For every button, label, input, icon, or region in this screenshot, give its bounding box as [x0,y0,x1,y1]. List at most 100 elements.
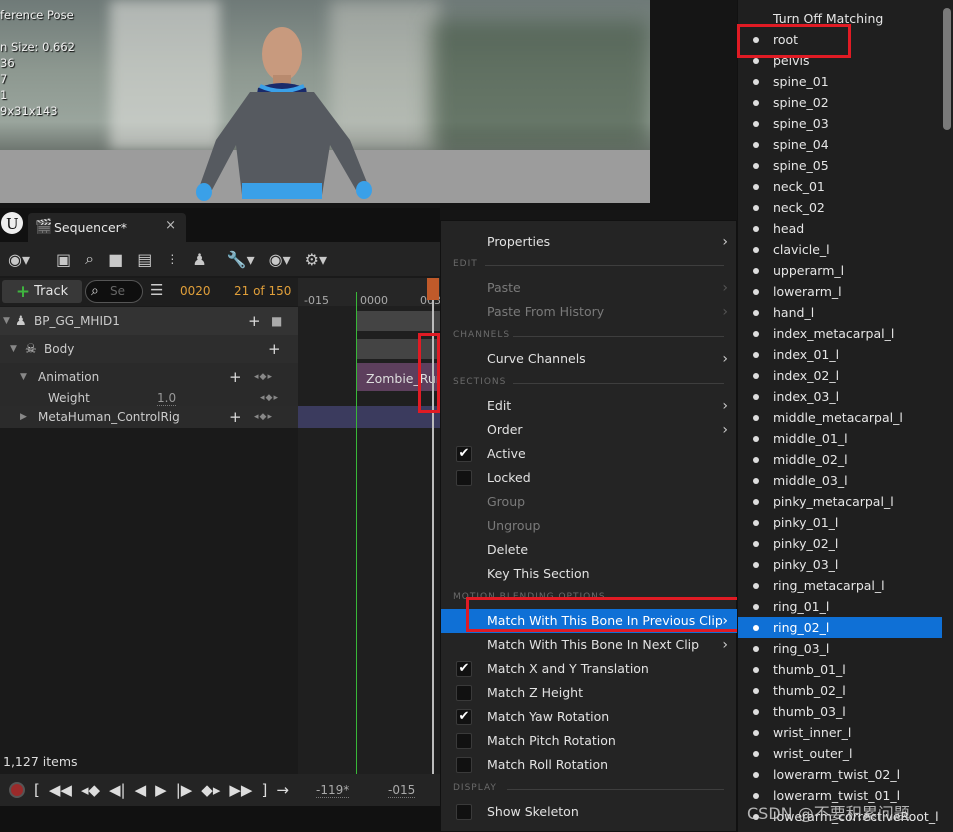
menu-item-active[interactable]: ✔ Active [441,442,738,466]
bone-item[interactable]: upperarm_l [738,260,942,281]
bone-item[interactable]: thumb_02_l [738,680,942,701]
bone-item[interactable]: ring_01_l [738,596,942,617]
collapse-arrow-icon[interactable]: ▼ [3,316,10,326]
prev-key-icon[interactable]: ◀◀ [49,781,72,799]
scrollbar-thumb[interactable] [943,8,951,130]
bone-item[interactable]: spine_01 [738,71,942,92]
tab-sequencer[interactable]: 🎬 Sequencer* × [28,213,186,242]
bone-item[interactable]: middle_metacarpal_l [738,407,942,428]
track-row-weight[interactable]: Weight 1.0 ◂◆▸ [0,389,298,407]
filter-icon[interactable]: ☰ [150,281,163,299]
bone-item[interactable]: middle_01_l [738,428,942,449]
bone-item[interactable]: pinky_03_l [738,554,942,575]
current-frame[interactable]: 0020 [180,284,211,298]
menu-item-delete[interactable]: Delete [441,538,738,562]
play-icon[interactable]: ▶ [155,781,167,799]
section-bar[interactable] [357,311,440,331]
record-button[interactable] [9,782,25,798]
actor-icon[interactable]: ♟ [192,250,206,269]
menu-item-key-section[interactable]: Key This Section [441,562,738,586]
menu-item-order[interactable]: Order › [441,418,738,442]
render-movie-icon[interactable]: ▤ [137,250,152,269]
menu-item-edit[interactable]: Edit › [441,394,738,418]
track-row-bp-gg-mhid1[interactable]: ▼ ♟ BP_GG_MHID1 + ■ [0,307,298,335]
camera-icon[interactable]: ■ [108,250,123,269]
add-track-button[interactable]: + Track [2,280,82,303]
save-icon[interactable]: ▣ [56,250,71,269]
menu-item-show-skeleton[interactable]: Show Skeleton [441,800,738,824]
checkbox-unchecked[interactable] [456,804,472,820]
step-back-icon[interactable]: ◀| [109,781,126,799]
add-icon[interactable]: + [229,408,242,426]
key-navigation-icon[interactable]: ◂◆▸ [254,372,273,382]
track-row-body[interactable]: ▼ ☠ Body + [0,335,298,363]
bone-item[interactable]: wrist_outer_l [738,743,942,764]
checkbox-checked[interactable]: ✔ [456,446,472,462]
next-frame-icon[interactable]: ◆▸ [201,781,220,799]
menu-item-locked[interactable]: Locked [441,466,738,490]
track-row-animation[interactable]: ▼ Animation + ◂◆▸ [0,363,298,391]
checkbox-checked[interactable]: ✔ [456,709,472,725]
bone-item[interactable]: thumb_03_l [738,701,942,722]
viewport[interactable]: ference Pose n Size: 0.662 36 7 1 9x31x1… [0,0,650,203]
bone-item[interactable]: thumb_01_l [738,659,942,680]
bone-item[interactable]: spine_02 [738,92,942,113]
bone-item[interactable]: spine_03 [738,113,942,134]
bone-item[interactable]: hand_l [738,302,942,323]
close-tab-icon[interactable]: × [165,218,176,233]
key-navigation-icon[interactable]: ◂◆▸ [254,412,273,422]
settings-icon[interactable]: ⚙▾ [305,250,327,269]
collapse-arrow-icon[interactable]: ▼ [20,372,27,382]
camera-icon[interactable]: ■ [271,314,282,328]
menu-item-match-xy[interactable]: ✔ Match X and Y Translation [441,657,738,681]
bone-item[interactable]: clavicle_l [738,239,942,260]
checkbox-checked[interactable]: ✔ [456,661,472,677]
expand-arrow-icon[interactable]: ▶ [20,412,27,422]
bone-item[interactable]: ring_03_l [738,638,942,659]
bone-item[interactable]: index_02_l [738,365,942,386]
bone-item[interactable]: neck_02 [738,197,942,218]
bone-item[interactable]: middle_02_l [738,449,942,470]
checkbox-unchecked[interactable] [456,757,472,773]
loop-icon[interactable]: → [276,781,289,799]
playhead-handle[interactable] [427,278,439,300]
search-input[interactable]: ⌕ Se [85,280,143,303]
step-forward-icon[interactable]: |▶ [176,781,193,799]
bone-item[interactable]: pinky_01_l [738,512,942,533]
next-key-icon[interactable]: ▶▶ [229,781,252,799]
bone-item[interactable]: ring_02_l [738,617,942,638]
collapse-arrow-icon[interactable]: ▼ [10,344,17,354]
world-icon[interactable]: ◉▾ [8,250,30,269]
track-row-controlrig[interactable]: ▶ MetaHuman_ControlRig + ◂◆▸ [0,406,298,428]
checkbox-unchecked[interactable] [456,733,472,749]
menu-item-match-next[interactable]: Match With This Bone In Next Clip › [441,633,738,657]
add-icon[interactable]: + [268,340,281,358]
tools-icon[interactable]: 🔧▾ [227,250,255,269]
bone-item[interactable]: index_01_l [738,344,942,365]
bone-item[interactable]: index_metacarpal_l [738,323,942,344]
weight-value[interactable]: 1.0 [157,391,177,406]
bone-item[interactable]: pinky_02_l [738,533,942,554]
menu-item-match-yaw[interactable]: ✔ Match Yaw Rotation [441,705,738,729]
menu-item-curve-channels[interactable]: Curve Channels › [441,347,738,371]
bone-item[interactable]: lowerarm_twist_02_l [738,764,942,785]
eye-icon[interactable]: ◉▾ [269,250,291,269]
bone-item[interactable]: ring_metacarpal_l [738,575,942,596]
range-end[interactable]: -015 [388,783,416,798]
more-icon[interactable]: ⋮ [166,252,178,266]
find-in-browser-icon[interactable]: ⌕ [85,249,94,269]
bone-item[interactable]: wrist_inner_l [738,722,942,743]
range-start[interactable]: -119* [316,783,350,798]
bone-item[interactable]: index_03_l [738,386,942,407]
prev-frame-icon[interactable]: ◂◆ [81,781,100,799]
play-reverse-icon[interactable]: ◀ [135,781,147,799]
add-icon[interactable]: + [248,312,261,330]
bone-item[interactable]: head [738,218,942,239]
jump-end-icon[interactable]: ] [261,781,267,799]
menu-item-match-roll[interactable]: Match Roll Rotation [441,753,738,777]
add-icon[interactable]: + [229,368,242,386]
bone-item[interactable]: middle_03_l [738,470,942,491]
bone-item[interactable]: lowerarm_l [738,281,942,302]
bone-item[interactable]: spine_04 [738,134,942,155]
jump-start-icon[interactable]: [ [34,781,40,799]
